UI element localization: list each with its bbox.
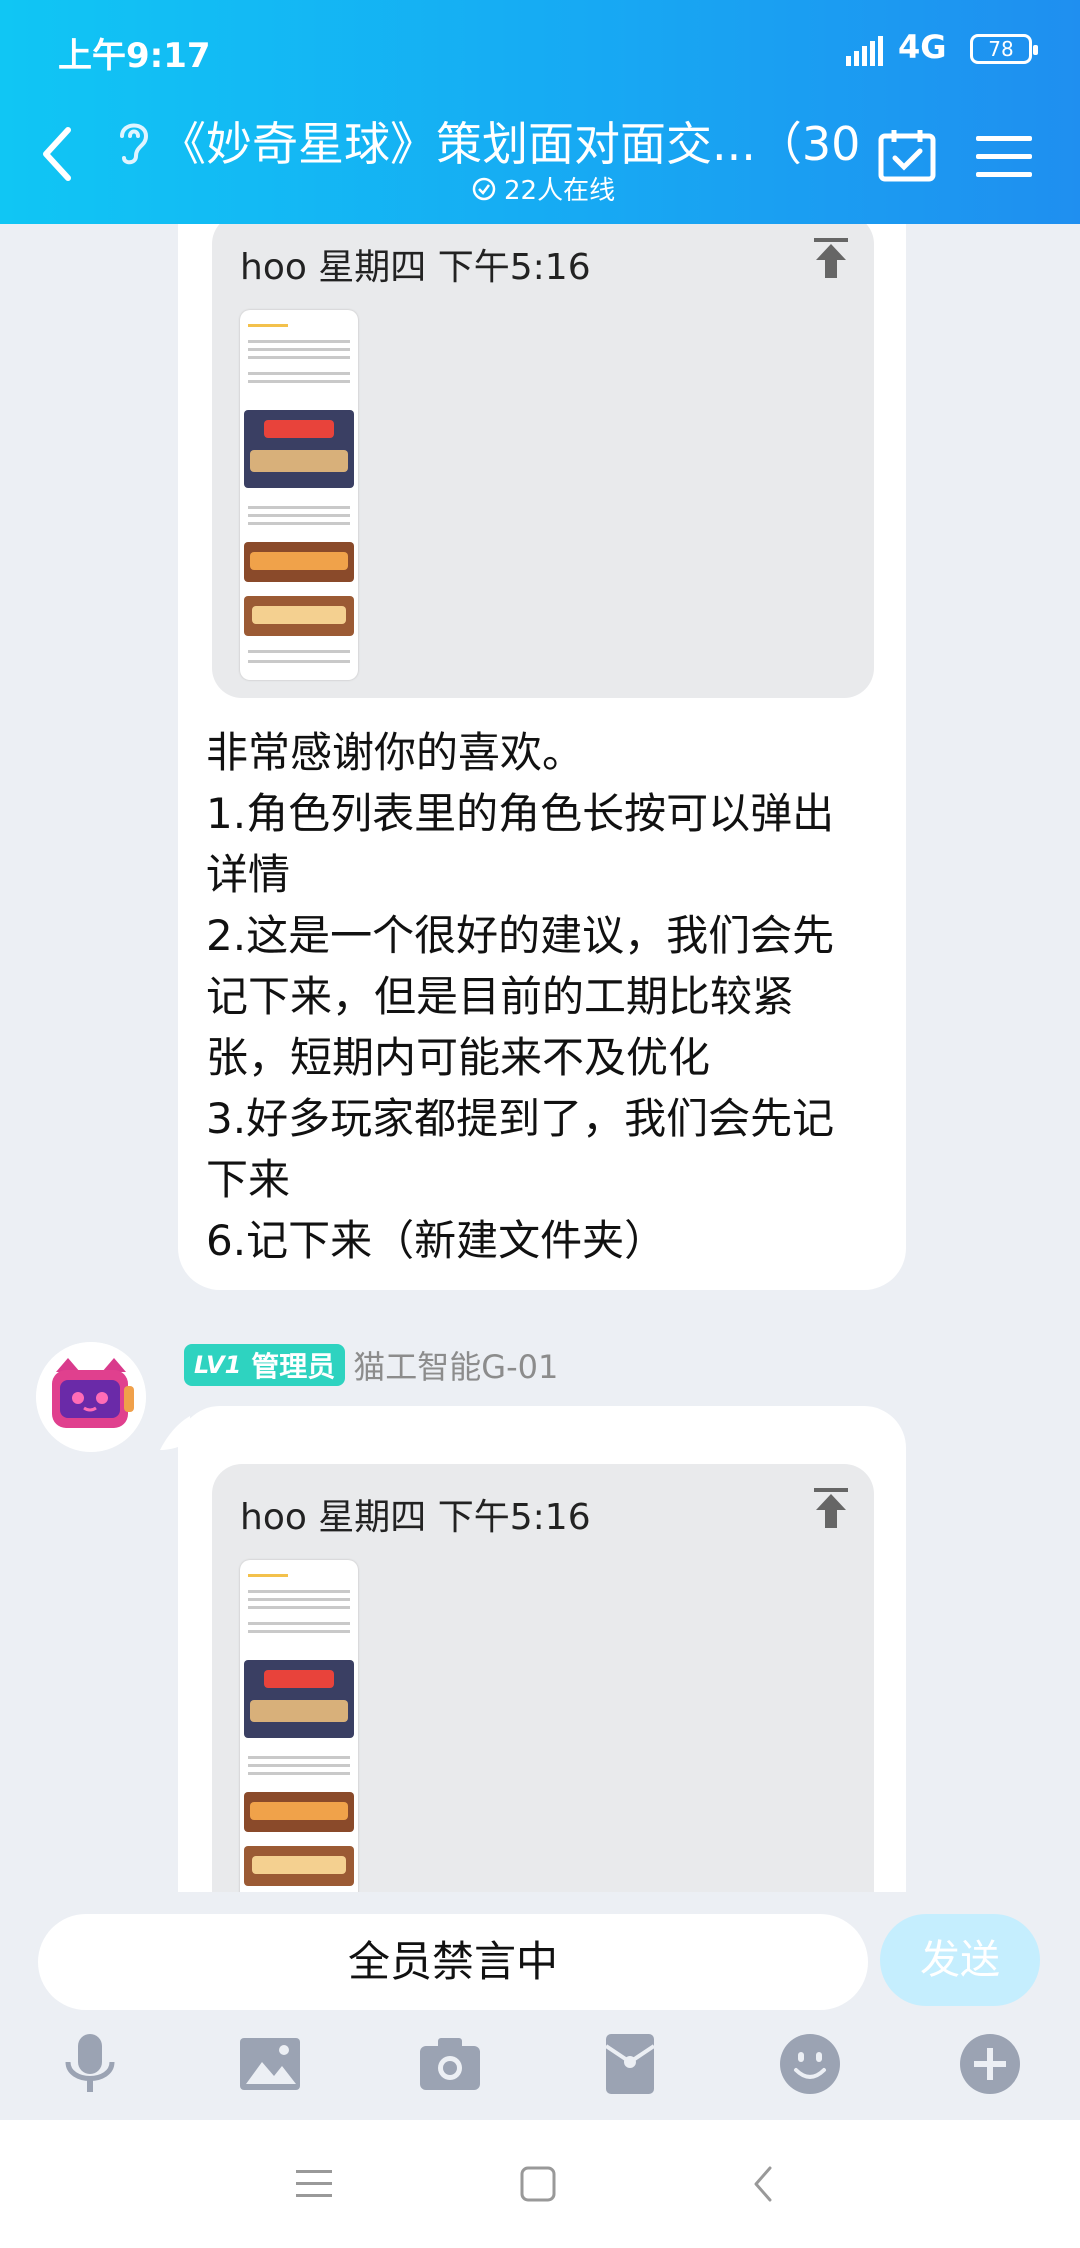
microphone-icon[interactable] <box>58 2032 122 2096</box>
message-bubble[interactable]: hoo 星期四 下午5:16 <box>178 224 906 1290</box>
camera-icon[interactable] <box>418 2032 482 2096</box>
quoted-message[interactable]: hoo 星期四 下午5:16 <box>212 1464 874 1892</box>
chat-area[interactable]: hoo 星期四 下午5:16 非常感谢你的喜欢。 1.角色列表里的角色长按可以弹… <box>0 224 1080 1892</box>
send-button[interactable]: 发送 <box>880 1914 1040 2006</box>
sender-name[interactable]: 猫工智能G-01 <box>353 1342 558 1388</box>
admin-badge: LV1 管理员 <box>184 1344 346 1386</box>
home-icon[interactable] <box>514 2160 562 2208</box>
group-title[interactable]: 《妙奇星球》策划面对面交...（30） <box>160 108 860 174</box>
back-button[interactable] <box>38 124 78 184</box>
quote-author-time: hoo 星期四 下午5:16 <box>240 247 591 288</box>
status-time: 上午9:17 <box>58 36 211 76</box>
signal-icon <box>846 36 883 66</box>
screenshot-thumbnail[interactable] <box>240 1560 358 1892</box>
message-input-muted[interactable]: 全员禁言中 <box>38 1914 868 2010</box>
ear-icon[interactable] <box>112 116 152 166</box>
online-count: 22人在线 <box>472 170 615 207</box>
online-count-label: 22人在线 <box>504 176 616 206</box>
quoted-message[interactable]: hoo 星期四 下午5:16 <box>212 224 874 698</box>
screenshot-thumbnail[interactable] <box>240 310 358 680</box>
pin-top-icon[interactable] <box>814 1488 848 1528</box>
emoji-icon[interactable] <box>778 2032 842 2096</box>
level-label: LV1 <box>194 1351 242 1379</box>
avatar[interactable] <box>36 1342 146 1452</box>
back-nav-icon[interactable] <box>740 2160 788 2208</box>
red-packet-icon[interactable] <box>598 2032 662 2096</box>
robot-cat-avatar-icon <box>36 1342 146 1452</box>
plus-icon[interactable] <box>958 2032 1022 2096</box>
recents-icon[interactable] <box>290 2160 338 2208</box>
system-nav-bar <box>0 2120 1080 2248</box>
calendar-check-icon[interactable] <box>878 128 936 182</box>
battery-icon: 78 <box>970 34 1038 64</box>
app-header: 上午9:17 4G 78 《妙奇星球》策划面对面交...（30） 22人在线 <box>0 0 1080 224</box>
quote-author-time: hoo 星期四 下午5:16 <box>240 1497 591 1538</box>
role-label: 管理员 <box>251 1350 336 1383</box>
input-bar: 全员禁言中 发送 <box>0 1892 1080 2120</box>
check-circle-icon <box>472 177 496 200</box>
menu-icon[interactable] <box>976 134 1032 178</box>
sender-info: LV1 管理员 猫工智能G-01 <box>184 1342 558 1388</box>
image-icon[interactable] <box>238 2032 302 2096</box>
pin-top-icon[interactable] <box>814 238 848 278</box>
message-bubble[interactable]: hoo 星期四 下午5:16 <box>178 1406 906 1892</box>
message-text: 非常感谢你的喜欢。 1.角色列表里的角色长按可以弹出详情 2.这是一个很好的建议… <box>206 728 835 1265</box>
network-type: 4G <box>898 28 947 66</box>
